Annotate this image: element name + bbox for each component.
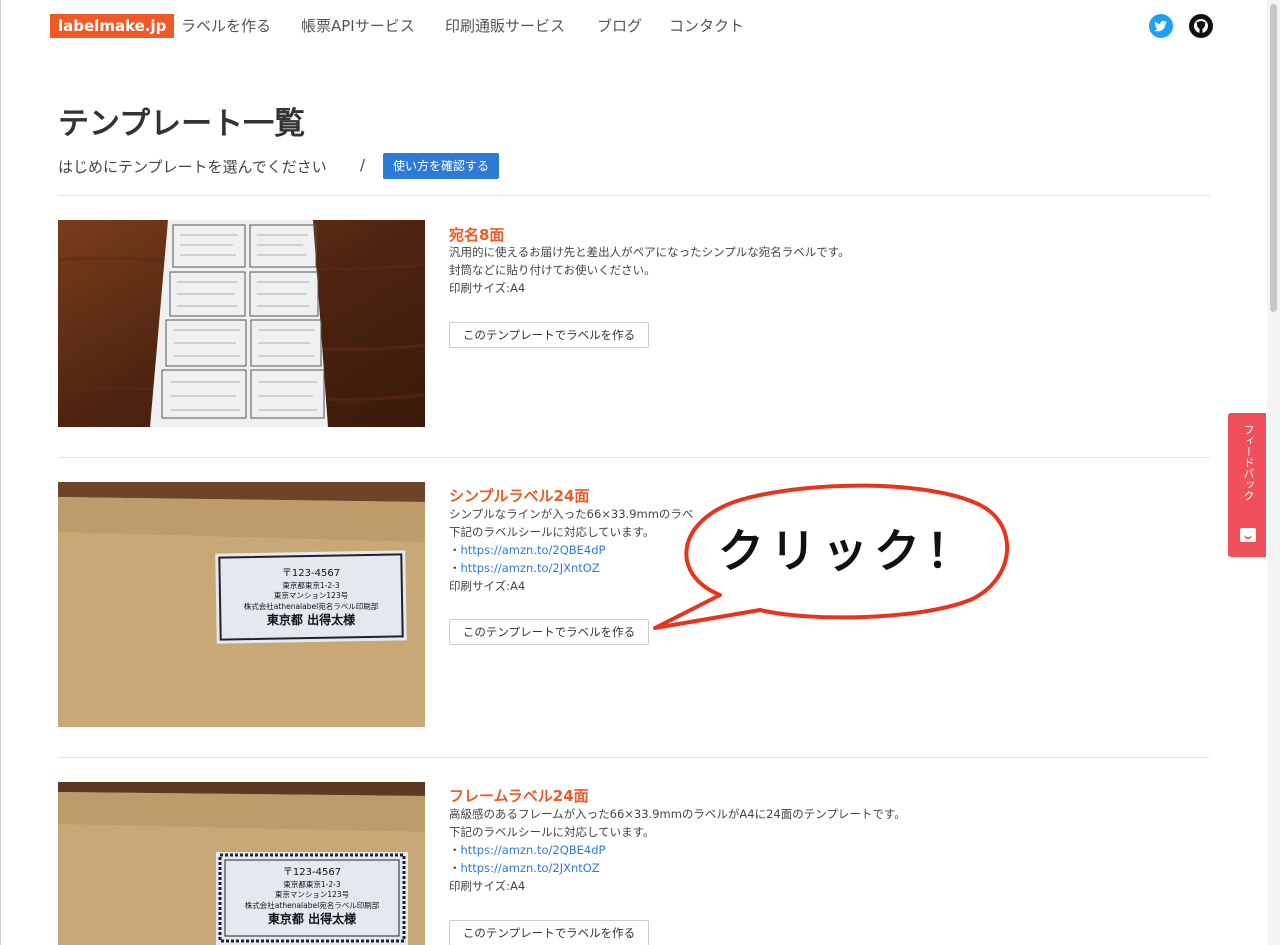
window-edge bbox=[0, 0, 1, 945]
template-description: 汎用的に使えるお届け先と差出人がペアになったシンプルな宛名ラベルです。 bbox=[449, 245, 850, 259]
amazon-link-item: ・https://amzn.to/2JXntOZ bbox=[449, 859, 600, 877]
template-title[interactable]: 宛名8面 bbox=[449, 224, 504, 245]
amazon-link[interactable]: https://amzn.to/2JXntOZ bbox=[461, 561, 600, 575]
sample-label-line: 東京都 出得太様 bbox=[267, 612, 356, 627]
sample-label-line: 東京都 出得太様 bbox=[268, 911, 357, 926]
template-print-size: 印刷サイズ:A4 bbox=[449, 281, 526, 295]
github-icon[interactable] bbox=[1189, 14, 1213, 38]
template-title[interactable]: シンプルラベル24面 bbox=[449, 485, 589, 506]
template-print-size: 印刷サイズ:A4 bbox=[449, 879, 526, 893]
divider bbox=[58, 757, 1210, 758]
template-description: 封筒などに貼り付けてお使いください。 bbox=[449, 263, 656, 277]
sample-label-line: 〒123-4567 bbox=[282, 568, 340, 579]
template-print-size: 印刷サイズ:A4 bbox=[449, 579, 526, 593]
create-label-button[interactable]: このテンプレートでラベルを作る bbox=[449, 619, 649, 645]
nav-item-blog[interactable]: ブログ bbox=[597, 16, 642, 36]
sample-label-line: 〒123-4567 bbox=[283, 867, 341, 878]
template-thumbnail-simple24[interactable]: 〒123-4567 東京都東京1-2-3 東京マンション123号 株式会社ath… bbox=[58, 482, 425, 727]
amazon-link-item: ・https://amzn.to/2QBE4dP bbox=[449, 841, 605, 859]
template-description: 下記のラベルシールに対応しています。 bbox=[449, 525, 655, 539]
link-bullet: ・ bbox=[449, 843, 461, 857]
feedback-label: フィードバック bbox=[1242, 424, 1255, 501]
link-bullet: ・ bbox=[449, 861, 461, 875]
page-subtitle: はじめにテンプレートを選んでください bbox=[58, 158, 327, 176]
amazon-link-item: ・https://amzn.to/2JXntOZ bbox=[449, 559, 600, 577]
subtitle-separator: / bbox=[360, 156, 366, 174]
sample-label-line: 株式会社athenalabel宛名ラベル印刷部 bbox=[245, 900, 380, 910]
divider bbox=[58, 457, 1210, 458]
nav-item-make-label[interactable]: ラベルを作る bbox=[181, 16, 271, 36]
navbar: labelmake.jp ラベルを作る 帳票APIサービス 印刷通販サービス ブ… bbox=[0, 0, 1280, 52]
template-description: 高級感のあるフレームが入った66×33.9mmのラベルがA4に24面のテンプレー… bbox=[449, 807, 906, 821]
sample-label-line: 株式会社athenalabel宛名ラベル印刷部 bbox=[244, 601, 379, 611]
brand-logo[interactable]: labelmake.jp bbox=[50, 14, 175, 38]
amazon-link-item: ・https://amzn.to/2QBE4dP bbox=[449, 541, 605, 559]
divider bbox=[58, 195, 1210, 196]
scrollbar-thumb[interactable] bbox=[1270, 4, 1277, 312]
page-title: テンプレート一覧 bbox=[58, 106, 306, 142]
sample-label-line: 東京都東京1-2-3 bbox=[282, 580, 339, 590]
amazon-link[interactable]: https://amzn.to/2QBE4dP bbox=[461, 543, 606, 557]
template-description: 下記のラベルシールに対応しています。 bbox=[449, 825, 655, 839]
create-label-button[interactable]: このテンプレートでラベルを作る bbox=[449, 920, 649, 945]
callout-text: クリック！ bbox=[718, 524, 978, 578]
link-bullet: ・ bbox=[449, 561, 461, 575]
sample-label-line: 東京マンション123号 bbox=[274, 590, 348, 600]
link-bullet: ・ bbox=[449, 543, 461, 557]
sample-label-line: 東京都東京1-2-3 bbox=[283, 879, 340, 889]
feedback-smile-icon bbox=[1240, 528, 1256, 542]
template-title[interactable]: フレームラベル24面 bbox=[449, 785, 589, 806]
template-thumbnail-address8[interactable] bbox=[58, 220, 425, 427]
amazon-link[interactable]: https://amzn.to/2JXntOZ bbox=[461, 861, 600, 875]
howto-button[interactable]: 使い方を確認する bbox=[383, 153, 500, 179]
nav-item-api-service[interactable]: 帳票APIサービス bbox=[301, 16, 415, 36]
create-label-button[interactable]: このテンプレートでラベルを作る bbox=[449, 322, 649, 348]
nav-item-print-service[interactable]: 印刷通販サービス bbox=[445, 16, 565, 36]
nav-item-contact[interactable]: コンタクト bbox=[669, 16, 744, 36]
amazon-link[interactable]: https://amzn.to/2QBE4dP bbox=[461, 843, 606, 857]
template-thumbnail-frame24[interactable]: 〒123-4567 東京都東京1-2-3 東京マンション123号 株式会社ath… bbox=[58, 782, 425, 945]
sample-label-line: 東京マンション123号 bbox=[275, 889, 349, 899]
twitter-icon[interactable] bbox=[1149, 14, 1173, 38]
